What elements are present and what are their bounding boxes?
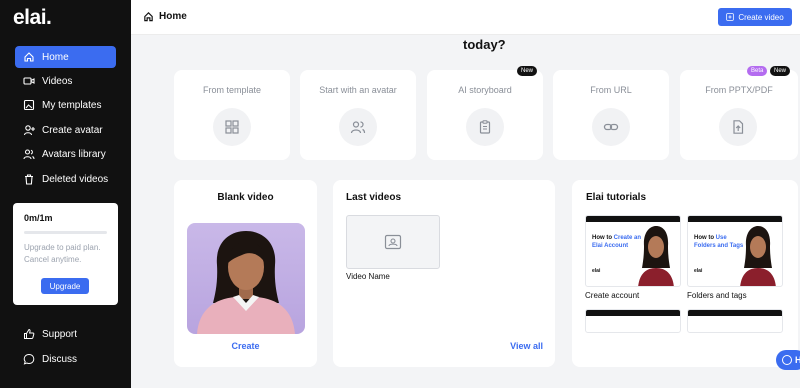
tutorials-card: Elai tutorials How to Create an Elai Acc… xyxy=(572,180,798,367)
card-title: Elai tutorials xyxy=(586,192,647,203)
video-thumbnail[interactable] xyxy=(346,215,440,269)
sidebar-item-label: Avatars library xyxy=(42,148,106,160)
home-icon xyxy=(23,51,35,63)
help-icon xyxy=(782,355,792,365)
trash-icon xyxy=(23,173,35,185)
option-from-template[interactable]: From template xyxy=(174,70,290,160)
tutorial-thumbnail-folders-and-tags[interactable]: How to Use Folders and Tags elai xyxy=(687,215,783,287)
users-icon xyxy=(23,148,35,160)
avatar-image[interactable] xyxy=(187,223,305,334)
usage-card: 0m/1m Upgrade to paid plan. Cancel anyti… xyxy=(13,203,118,305)
chat-icon xyxy=(23,353,35,365)
tutorial-thumbnail-partial[interactable] xyxy=(687,309,783,333)
option-ai-storyboard[interactable]: New AI storyboard xyxy=(427,66,543,160)
sidebar-item-home[interactable]: Home xyxy=(15,46,116,68)
upgrade-note: Upgrade to paid plan. Cancel anytime. xyxy=(24,243,101,264)
sidebar-item-label: Deleted videos xyxy=(42,173,109,185)
sidebar-item-label: Support xyxy=(42,328,78,340)
usage-time: 0m/1m xyxy=(24,213,53,223)
last-videos-card: Last videos Video Name View all xyxy=(333,180,555,367)
option-from-pptx-pdf[interactable]: Beta New From PPTX/PDF xyxy=(680,66,798,160)
grid-icon xyxy=(213,108,251,146)
sidebar-item-support[interactable]: Support xyxy=(15,323,116,345)
sidebar-item-my-templates[interactable]: My templates xyxy=(15,94,116,116)
file-upload-icon xyxy=(719,108,757,146)
clipboard-icon xyxy=(466,108,504,146)
card-title: Blank video xyxy=(217,192,274,203)
sidebar-item-label: Discuss xyxy=(42,353,78,365)
beta-badge: Beta xyxy=(747,66,768,76)
presenter-illustration xyxy=(740,226,776,286)
tutorial-thumbnail-create-account[interactable]: How to Create an Elai Account elai xyxy=(585,215,681,287)
sidebar-item-deleted-videos[interactable]: Deleted videos xyxy=(15,168,116,190)
sidebar-item-label: Create avatar xyxy=(42,124,103,136)
top-bar: Home Create video xyxy=(131,0,800,35)
view-all-link[interactable]: View all xyxy=(510,341,543,351)
presenter-illustration xyxy=(638,226,674,286)
home-icon xyxy=(144,11,153,22)
card-title: Last videos xyxy=(346,192,402,203)
page-heading: today? xyxy=(463,37,506,52)
sidebar-item-avatars-library[interactable]: Avatars library xyxy=(15,143,116,165)
create-link[interactable]: Create xyxy=(174,341,317,351)
image-placeholder-icon xyxy=(384,234,402,250)
new-badge: New xyxy=(516,66,537,76)
sidebar-item-videos[interactable]: Videos xyxy=(15,70,116,92)
sidebar-item-label: Home xyxy=(42,51,69,63)
templates-icon xyxy=(23,99,35,111)
new-badge: New xyxy=(770,66,791,76)
upgrade-button[interactable]: Upgrade xyxy=(41,278,89,294)
link-icon xyxy=(592,108,630,146)
sidebar-item-discuss[interactable]: Discuss xyxy=(15,348,116,370)
sidebar-item-label: Videos xyxy=(42,75,73,87)
avatar-person-illustration xyxy=(197,231,295,334)
option-from-url[interactable]: From URL xyxy=(553,70,669,160)
video-name[interactable]: Video Name xyxy=(346,272,390,281)
sidebar-item-create-avatar[interactable]: Create avatar xyxy=(15,119,116,141)
help-chat-button[interactable]: H xyxy=(776,350,800,370)
tutorial-label-folders-and-tags[interactable]: Folders and tags xyxy=(687,291,747,300)
tutorial-label-create-account[interactable]: Create account xyxy=(585,291,639,300)
plus-square-icon xyxy=(726,13,735,21)
option-start-with-avatar[interactable]: Start with an avatar xyxy=(300,70,416,160)
video-icon xyxy=(23,75,35,87)
blank-video-card: Blank video Create xyxy=(174,180,317,367)
users-icon xyxy=(339,108,377,146)
breadcrumb-label: Home xyxy=(159,11,187,22)
sidebar-item-label: My templates xyxy=(42,99,102,111)
create-video-button[interactable]: Create video xyxy=(718,8,792,26)
thumbs-up-icon xyxy=(23,328,35,340)
add-user-icon xyxy=(23,124,35,136)
usage-progress-bar xyxy=(24,231,107,234)
tutorial-thumbnail-partial[interactable] xyxy=(585,309,681,333)
sidebar: elai. Home Videos My templates Create av… xyxy=(0,0,131,388)
breadcrumb: Home xyxy=(143,11,187,22)
elai-logo[interactable]: elai. xyxy=(13,6,52,30)
